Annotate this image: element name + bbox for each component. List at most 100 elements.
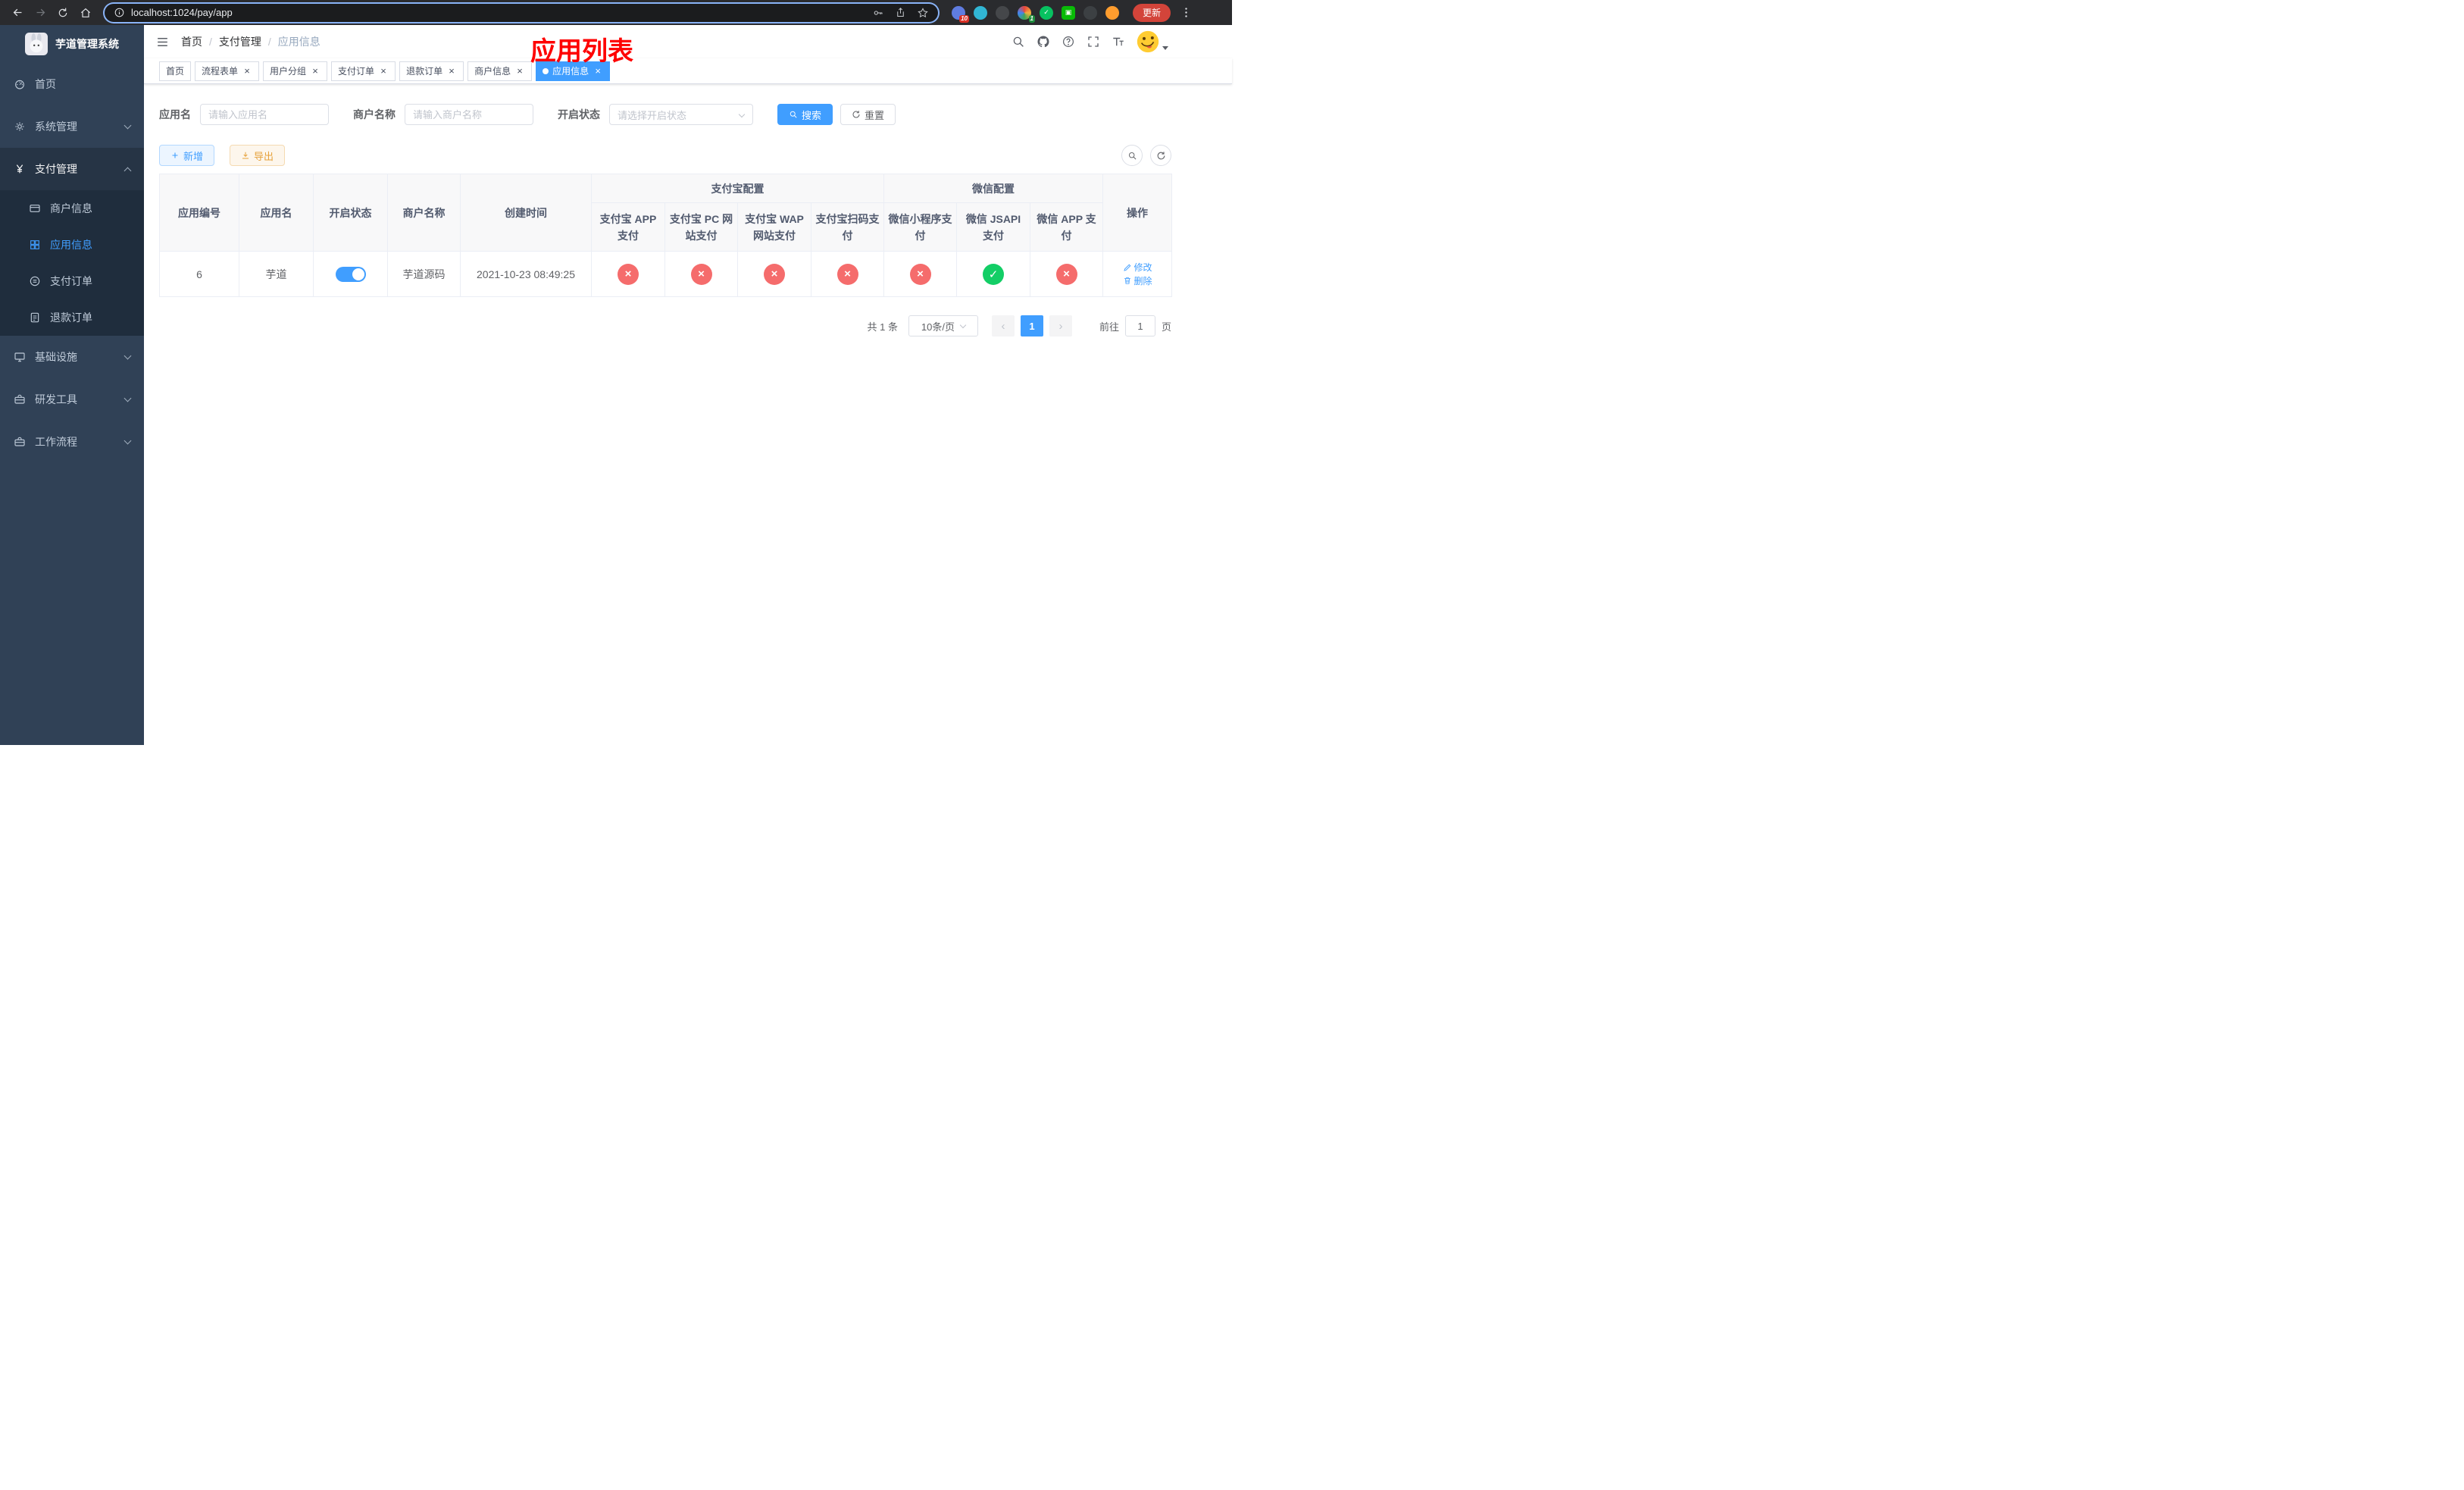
tab-merchant-info[interactable]: 商户信息 ×	[467, 61, 533, 81]
extension-drop-icon[interactable]	[974, 5, 987, 20]
cell-app-id: 6	[159, 251, 239, 297]
extension-avatar-icon[interactable]: 1	[1018, 5, 1035, 23]
site-info-icon[interactable]	[114, 7, 125, 18]
extension-badge: 10	[959, 14, 969, 23]
chevron-up-icon	[124, 167, 132, 174]
total-count: 共 1 条	[867, 321, 898, 333]
browser-reload-button[interactable]	[53, 3, 73, 23]
navbar-actions	[1012, 30, 1168, 53]
chevron-down-icon	[959, 321, 967, 328]
user-menu[interactable]	[1137, 30, 1168, 53]
add-button[interactable]: 新增	[159, 145, 215, 166]
close-icon[interactable]: ×	[446, 66, 457, 77]
merchant-name-input[interactable]	[405, 104, 533, 125]
status-toggle[interactable]	[335, 266, 366, 282]
help-icon[interactable]	[1062, 35, 1075, 49]
github-icon[interactable]	[1037, 35, 1050, 49]
close-icon[interactable]: ×	[378, 66, 389, 77]
top-navbar: 首页 支付管理 应用信息	[144, 25, 1232, 58]
credit-card-icon	[29, 202, 41, 214]
monitor-icon	[14, 351, 26, 363]
column-header: 支付宝 APP 支付	[591, 202, 665, 252]
extension-check-icon[interactable]: ✓	[1040, 5, 1053, 20]
browser-extensions: 10 1 ✓ ▣	[952, 5, 1119, 23]
sidebar-item-refund-order[interactable]: 退款订单	[0, 299, 144, 336]
sidebar-toggle-icon[interactable]	[144, 25, 181, 58]
sidebar-item-merchant-info[interactable]: 商户信息	[0, 190, 144, 227]
sidebar-item-workflow[interactable]: 工作流程	[0, 421, 144, 463]
page-number-1[interactable]: 1	[1020, 315, 1043, 337]
config-status-badge: ×	[618, 263, 639, 285]
chevron-down-icon	[124, 394, 132, 402]
close-icon[interactable]: ×	[593, 66, 603, 77]
refresh-icon	[1156, 151, 1166, 161]
extension-face-icon[interactable]	[1105, 5, 1119, 20]
sidebar-item-devtools[interactable]: 研发工具	[0, 378, 144, 421]
tab-process-form[interactable]: 流程表单 ×	[195, 61, 260, 81]
extension-pin-icon[interactable]	[1083, 5, 1097, 20]
browser-menu-icon[interactable]	[1180, 6, 1193, 19]
sidebar-item-app-info[interactable]: 应用信息	[0, 227, 144, 263]
breadcrumb: 首页 支付管理 应用信息	[181, 34, 321, 49]
extension-dark-icon[interactable]	[996, 5, 1009, 20]
search-icon[interactable]	[1012, 35, 1025, 49]
fullscreen-icon[interactable]	[1087, 35, 1100, 49]
app-name-input[interactable]	[200, 104, 329, 125]
export-button[interactable]: 导出	[230, 145, 286, 166]
column-header: 微信小程序支付	[883, 202, 957, 252]
share-icon[interactable]	[895, 7, 906, 18]
breadcrumb-payment[interactable]: 支付管理	[219, 34, 261, 49]
chevron-down-icon	[738, 111, 746, 118]
browser-forward-button[interactable]	[30, 3, 50, 23]
edit-button[interactable]: 修改	[1123, 261, 1152, 274]
extension-chat-icon[interactable]: ▣	[1062, 5, 1075, 20]
font-size-icon[interactable]	[1112, 35, 1125, 49]
browser-update-button[interactable]: 更新	[1133, 3, 1171, 22]
cell-merchant: 芋道源码	[387, 251, 461, 297]
tab-app-info[interactable]: 应用信息 ×	[536, 61, 611, 81]
app-table: 应用编号 应用名 开启状态 商户名称 创建时间 支付宝配置 微信配置 操作 支付…	[159, 174, 1173, 297]
refresh-button[interactable]	[1150, 145, 1171, 166]
delete-button[interactable]: 删除	[1123, 274, 1152, 287]
sidebar-item-infrastructure[interactable]: 基础设施	[0, 336, 144, 378]
close-icon[interactable]: ×	[514, 66, 525, 77]
tab-refund-order[interactable]: 退款订单 ×	[399, 61, 464, 81]
sidebar-item-pay-order[interactable]: 支付订单	[0, 263, 144, 299]
search-button[interactable]: 搜索	[777, 104, 833, 125]
config-status-badge: ×	[690, 263, 712, 285]
tab-user-group[interactable]: 用户分组 ×	[263, 61, 328, 81]
password-key-icon[interactable]	[872, 7, 884, 19]
close-icon[interactable]: ×	[242, 66, 252, 77]
document-icon	[29, 311, 41, 324]
status-select[interactable]: 请选择开启状态	[609, 104, 753, 125]
extension-puzzle-icon[interactable]: 10	[952, 5, 969, 23]
config-status-badge: ×	[764, 263, 785, 285]
address-bar[interactable]: localhost:1024/pay/app	[105, 3, 938, 22]
sidebar-item-payment[interactable]: 支付管理	[0, 148, 144, 190]
reset-button[interactable]: 重置	[840, 104, 896, 125]
column-header: 支付宝 WAP 网站支付	[737, 202, 811, 252]
page-size-select[interactable]: 10条/页	[908, 315, 978, 337]
close-icon[interactable]: ×	[310, 66, 321, 77]
bookmark-star-icon[interactable]	[917, 7, 929, 19]
sidebar-item-system[interactable]: 系统管理	[0, 105, 144, 148]
toggle-search-button[interactable]	[1121, 145, 1143, 166]
cell-operations: 修改 删除	[1102, 251, 1173, 297]
app-logo-row[interactable]: 芋道管理系统	[0, 25, 144, 63]
browser-home-button[interactable]	[76, 3, 95, 23]
sidebar-item-home[interactable]: 首页	[0, 63, 144, 105]
search-icon	[1127, 151, 1137, 161]
breadcrumb-home[interactable]: 首页	[181, 34, 202, 49]
goto-page-input[interactable]	[1124, 315, 1155, 337]
app-name-label: 应用名	[159, 108, 191, 121]
next-page-button[interactable]: ›	[1049, 315, 1072, 337]
table-toolbar: 新增 导出	[159, 145, 1171, 166]
tab-pay-order[interactable]: 支付订单 ×	[331, 61, 396, 81]
tab-home[interactable]: 首页	[159, 61, 192, 81]
column-header: 支付宝扫码支付	[811, 202, 884, 252]
avatar	[1137, 30, 1159, 53]
prev-page-button[interactable]: ‹	[991, 315, 1015, 337]
column-header: 操作	[1102, 174, 1173, 252]
browser-back-button[interactable]	[8, 3, 27, 23]
column-header: 微信 JSAPI 支付	[956, 202, 1030, 252]
